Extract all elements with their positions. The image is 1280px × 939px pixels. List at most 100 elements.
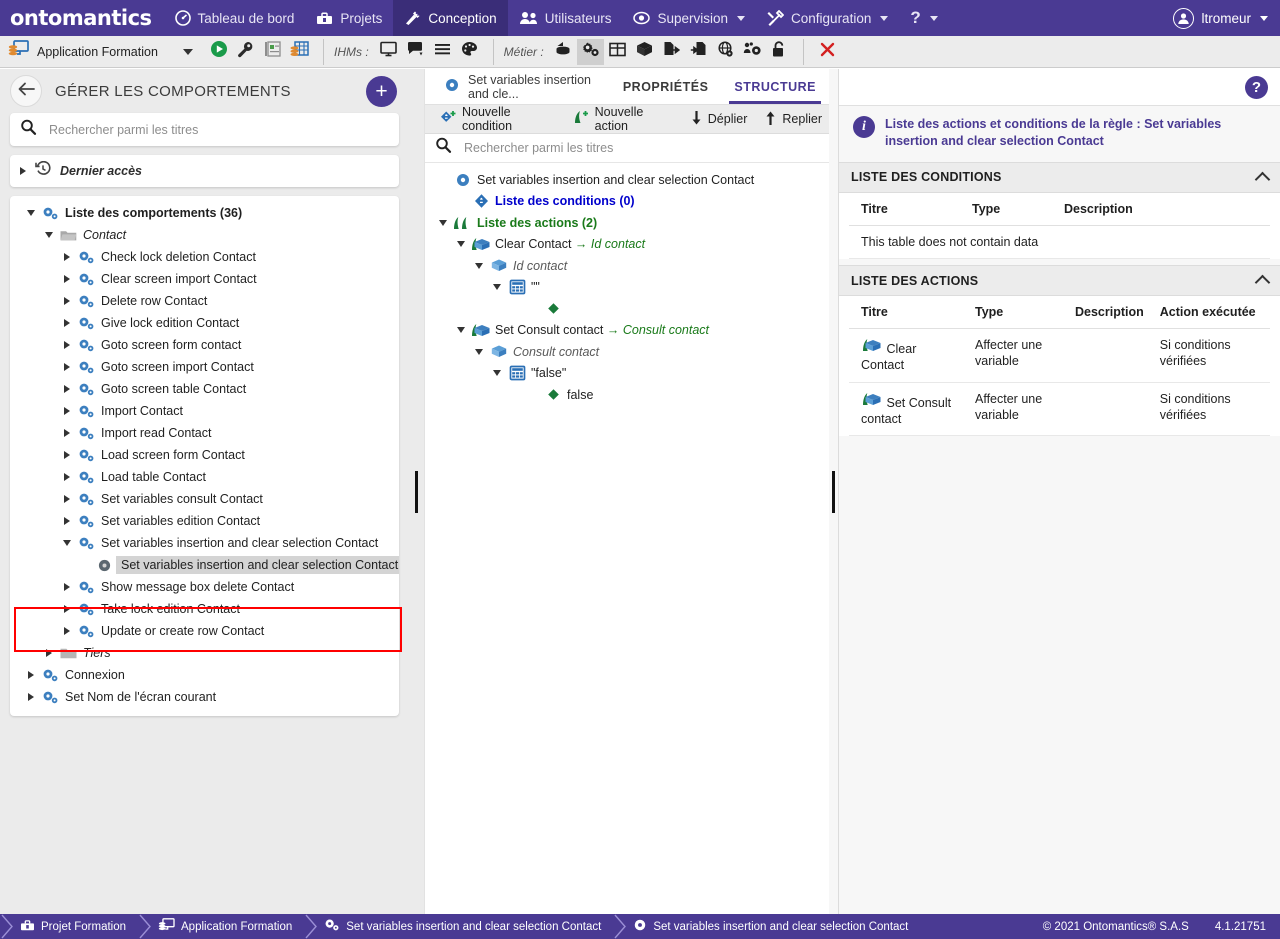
chevron-right-icon[interactable] <box>64 605 70 613</box>
ihm-palette-button[interactable] <box>456 39 483 65</box>
chevron-right-icon[interactable] <box>64 473 70 481</box>
tree-item-behavior[interactable]: Goto screen import Contact <box>10 356 399 378</box>
back-button[interactable] <box>10 75 42 107</box>
nav-item-utilisateurs[interactable]: Utilisateurs <box>508 0 623 36</box>
chevron-right-icon[interactable] <box>64 297 70 305</box>
structure-conditions-node[interactable]: Liste des conditions (0) <box>433 191 829 213</box>
chevron-right-icon[interactable] <box>28 671 34 679</box>
structure-root[interactable]: Set variables insertion and clear select… <box>433 169 829 191</box>
chevron-right-icon[interactable] <box>64 429 70 437</box>
tree-item-behavior[interactable]: Take lock edition Contact <box>10 598 399 620</box>
chevron-down-icon[interactable] <box>492 370 501 377</box>
settings-wrench-button[interactable] <box>232 39 259 65</box>
chevron-down-icon[interactable] <box>63 540 71 546</box>
chevron-right-icon[interactable] <box>64 495 70 503</box>
structure-action1-var[interactable]: Id contact <box>433 255 829 277</box>
nav-item-tableau-de-bord[interactable]: Tableau de bord <box>164 0 306 36</box>
chevron-right-icon[interactable] <box>64 253 70 261</box>
ihm-menu-button[interactable] <box>429 39 456 65</box>
chevron-up-icon[interactable] <box>1254 274 1271 291</box>
metier-import-button[interactable] <box>685 39 712 65</box>
new-action-button[interactable]: Nouvelle action <box>566 105 680 133</box>
metier-data-stack-button[interactable] <box>550 39 577 65</box>
breadcrumb-item[interactable]: Projet Formation <box>16 914 138 939</box>
tree-item-selected-parent[interactable]: Set variables insertion and clear select… <box>10 532 399 554</box>
chevron-right-icon[interactable] <box>64 451 70 459</box>
metier-table-button[interactable] <box>604 39 631 65</box>
database-table-button[interactable] <box>286 39 313 65</box>
tree-folder-contact[interactable]: Contact <box>10 224 399 246</box>
tree-item-behavior[interactable]: Load screen form Contact <box>10 444 399 466</box>
chevron-down-icon[interactable] <box>474 262 483 269</box>
right-panel-resize-handle[interactable] <box>829 69 838 914</box>
tree-item-screen-name[interactable]: Set Nom de l'écran courant <box>10 686 399 708</box>
breadcrumb-item[interactable]: Set variables insertion and clear select… <box>320 914 613 939</box>
ihm-screen-button[interactable] <box>375 39 402 65</box>
table-row[interactable]: Clear Contact Affecter une variable Si con… <box>849 328 1270 383</box>
chevron-right-icon[interactable] <box>64 363 70 371</box>
chevron-down-icon[interactable] <box>438 219 447 226</box>
ihm-message-button[interactable] <box>402 39 429 65</box>
tree-item-behavior[interactable]: Goto screen table Contact <box>10 378 399 400</box>
chevron-right-icon[interactable] <box>20 167 26 175</box>
user-menu[interactable]: ltromeur <box>1161 0 1280 36</box>
nav-item-configuration[interactable]: Configuration <box>756 0 899 36</box>
tree-item-behavior[interactable]: Load table Contact <box>10 466 399 488</box>
chevron-right-icon[interactable] <box>64 627 70 635</box>
tree-root-behaviors[interactable]: Liste des comportements (36) <box>10 202 399 224</box>
tree-item-behavior[interactable]: Give lock edition Contact <box>10 312 399 334</box>
structure-action1-leaf[interactable] <box>433 298 829 320</box>
chevron-right-icon[interactable] <box>46 649 52 657</box>
chevron-right-icon[interactable] <box>64 517 70 525</box>
chevron-up-icon[interactable] <box>1254 171 1271 188</box>
application-selector[interactable]: Application Formation <box>0 39 205 64</box>
breadcrumb-item[interactable]: Set variables insertion and clear select… <box>629 914 920 939</box>
table-row[interactable]: Set Consult contact Affecter une variable… <box>849 382 1270 436</box>
tab-structure[interactable]: STRUCTURE <box>721 69 829 104</box>
structure-actions-node[interactable]: Liste des actions (2) <box>433 212 829 234</box>
close-button[interactable] <box>814 39 841 65</box>
structure-action1-value[interactable]: "" <box>433 277 829 299</box>
chevron-right-icon[interactable] <box>64 385 70 393</box>
structure-action2-var[interactable]: Consult contact <box>433 341 829 363</box>
tab-rule-name[interactable]: Set variables insertion and cle... <box>431 69 610 104</box>
structure-action1[interactable]: Clear Contact → Id contact <box>433 234 829 256</box>
center-search-bar[interactable] <box>425 134 829 163</box>
tree-item-behavior[interactable]: Update or create row Contact <box>10 620 399 642</box>
tree-item-behavior[interactable]: Delete row Contact <box>10 290 399 312</box>
nav-item-projets[interactable]: Projets <box>305 0 393 36</box>
nav-item-help[interactable]: ? <box>899 0 948 36</box>
chevron-down-icon[interactable] <box>183 48 193 55</box>
chevron-right-icon[interactable] <box>64 319 70 327</box>
chevron-down-icon[interactable] <box>456 241 465 248</box>
help-button[interactable]: ? <box>1245 75 1268 99</box>
chevron-right-icon[interactable] <box>64 341 70 349</box>
tree-item-connexion[interactable]: Connexion <box>10 664 399 686</box>
expand-all-button[interactable]: Déplier <box>683 108 755 130</box>
center-search-input[interactable] <box>464 141 819 155</box>
metier-cube-button[interactable] <box>631 39 658 65</box>
chevron-down-icon[interactable] <box>27 210 35 216</box>
chevron-right-icon[interactable] <box>64 407 70 415</box>
tab-proprietes[interactable]: PROPRIÉTÉS <box>610 69 722 104</box>
tree-folder-tiers[interactable]: Tiers <box>10 642 399 664</box>
recent-access-row[interactable]: Dernier accès <box>10 155 399 187</box>
chevron-down-icon[interactable] <box>456 327 465 334</box>
metier-export-button[interactable] <box>658 39 685 65</box>
tree-item-behavior[interactable]: Clear screen import Contact <box>10 268 399 290</box>
collapse-all-button[interactable]: Replier <box>757 108 829 130</box>
actions-section-header[interactable]: LISTE DES ACTIONS <box>839 265 1280 296</box>
chevron-down-icon[interactable] <box>45 232 53 238</box>
tree-item-behavior[interactable]: Check lock deletion Contact <box>10 246 399 268</box>
tree-item-behavior[interactable]: Set variables edition Contact <box>10 510 399 532</box>
left-search-bar[interactable] <box>10 113 399 146</box>
nav-item-supervision[interactable]: Supervision <box>622 0 756 36</box>
metier-behaviors-button[interactable] <box>576 38 604 65</box>
chevron-right-icon[interactable] <box>28 693 34 701</box>
add-behavior-button[interactable]: + <box>366 75 397 107</box>
chevron-right-icon[interactable] <box>64 275 70 283</box>
tree-item-selected-child[interactable]: Set variables insertion and clear select… <box>10 554 399 576</box>
run-button[interactable] <box>205 39 232 65</box>
breadcrumb-item[interactable]: Application Formation <box>154 914 304 939</box>
document-list-button[interactable] <box>259 39 286 65</box>
